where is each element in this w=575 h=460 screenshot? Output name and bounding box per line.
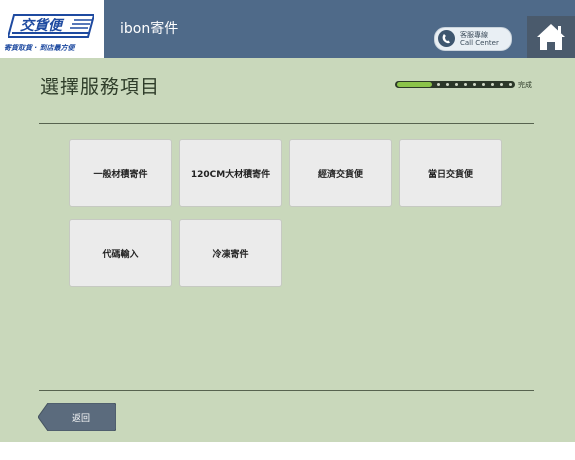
main-panel: 選擇服務項目 完成 一般材積寄件 120CM大材積寄件 經濟交貨便 當日交貨便 … xyxy=(0,58,575,442)
logo: 交貨便 寄貨取貨 · 到店最方便 xyxy=(0,0,104,58)
app-title: ibon寄件 xyxy=(120,21,179,37)
call-center-label-en: Call Center xyxy=(460,39,499,47)
progress-dot xyxy=(482,83,485,86)
progress-fill xyxy=(397,82,432,87)
logo-tagline: 寄貨取貨 · 到店最方便 xyxy=(4,44,75,52)
progress-dot xyxy=(509,83,512,86)
tile-economy-delivery[interactable]: 經濟交貨便 xyxy=(289,139,392,207)
tile-same-day-delivery[interactable]: 當日交貨便 xyxy=(399,139,502,207)
back-button[interactable] xyxy=(38,403,116,431)
progress-end-label: 完成 xyxy=(518,81,532,89)
progress-bar xyxy=(395,81,515,88)
divider-top xyxy=(39,123,534,124)
progress-dot xyxy=(473,83,476,86)
divider-bottom xyxy=(39,390,534,391)
phone-icon xyxy=(438,30,455,47)
tile-code-input[interactable]: 代碼輸入 xyxy=(69,219,172,287)
progress-dot xyxy=(455,83,458,86)
home-icon xyxy=(537,24,565,50)
progress-dot xyxy=(500,83,503,86)
logo-text: 交貨便 xyxy=(20,17,65,34)
progress-dot xyxy=(491,83,494,86)
home-button[interactable] xyxy=(527,16,575,60)
progress-dot xyxy=(464,83,467,86)
tile-large-120cm-shipping[interactable]: 120CM大材積寄件 xyxy=(179,139,282,207)
tile-standard-shipping[interactable]: 一般材積寄件 xyxy=(69,139,172,207)
progress-dot xyxy=(446,83,449,86)
progress-dot xyxy=(437,83,440,86)
tile-frozen-shipping[interactable]: 冷凍寄件 xyxy=(179,219,282,287)
call-center-button[interactable]: 客服專線 Call Center xyxy=(434,27,512,51)
header-bar: 交貨便 寄貨取貨 · 到店最方便 ibon寄件 客服專線 Call Center xyxy=(0,0,575,60)
logo-emblem: 交貨便 xyxy=(8,14,94,38)
page-title: 選擇服務項目 xyxy=(40,76,161,98)
